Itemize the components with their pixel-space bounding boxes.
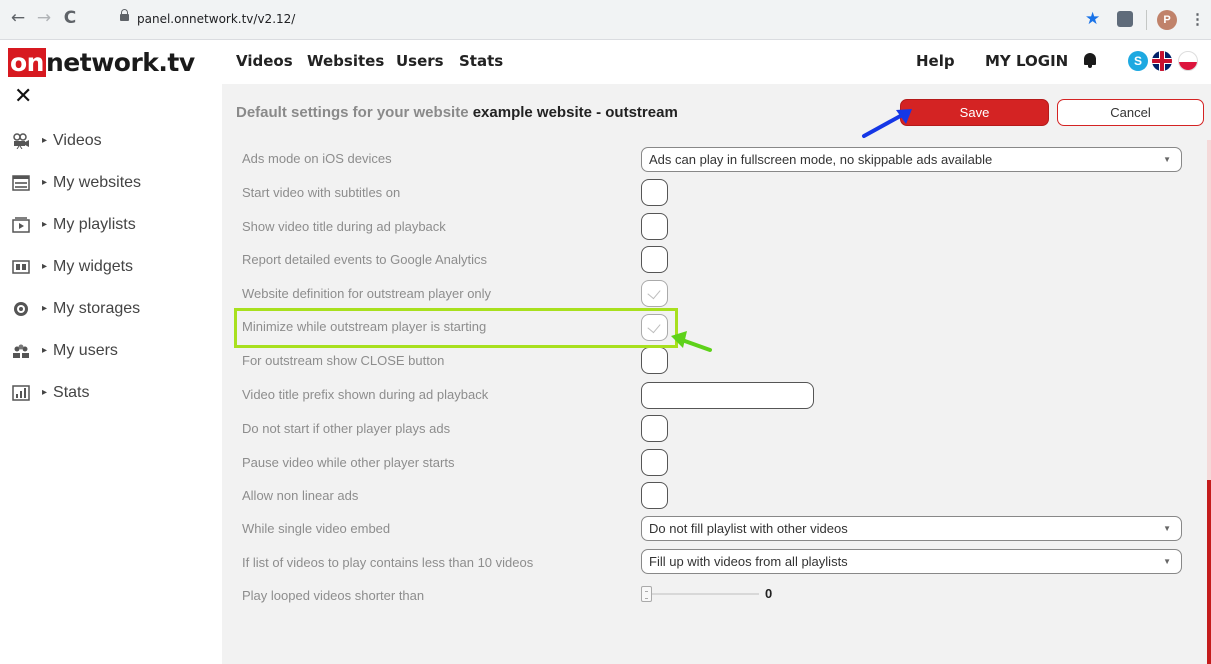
chevron-down-icon: ▼: [1163, 557, 1171, 566]
title-prefix-input[interactable]: [641, 382, 814, 409]
outstream-only-label: Website definition for outstream player …: [242, 286, 492, 301]
single-embed-value: Do not fill playlist with other videos: [649, 521, 848, 536]
sidebar-item-my-websites[interactable]: ▸ My websites: [12, 172, 212, 196]
close-button-label: For outstream show CLOSE button: [242, 353, 445, 368]
nav-stats[interactable]: Stats: [459, 52, 503, 70]
highlight-annotation-box: [234, 308, 678, 348]
sidebar-item-label: ▸ My websites: [42, 174, 142, 191]
no-start-other-ads-label: Do not start if other player plays ads: [242, 421, 451, 436]
users-icon: [13, 344, 29, 358]
sidebar-item-stats[interactable]: ▸ Stats: [12, 382, 212, 406]
no-start-other-ads-checkbox[interactable]: [641, 415, 668, 442]
ads-mode-ios-value: Ads can play in fullscreen mode, no skip…: [649, 152, 993, 167]
single-embed-select[interactable]: Do not fill playlist with other videos ▼: [641, 516, 1182, 541]
scrollbar-track-highlight: [1207, 140, 1211, 480]
non-linear-ads-label: Allow non linear ads: [242, 488, 359, 503]
sidebar-item-videos[interactable]: ▸ Videos: [12, 130, 212, 154]
sidebar-item-my-widgets[interactable]: ▸ My widgets: [12, 256, 212, 280]
sidebar-item-label: ▸ My playlists: [42, 216, 136, 233]
sidebar-item-label: ▸ Stats: [42, 384, 90, 401]
outstream-only-checkbox[interactable]: [641, 280, 668, 307]
toolbar-divider: [1146, 10, 1147, 30]
logo-wordmark: network.tv: [45, 48, 195, 77]
cancel-button[interactable]: Cancel: [1057, 99, 1204, 126]
non-linear-ads-checkbox[interactable]: [641, 482, 668, 509]
onnetwork-logo[interactable]: onnetwork.tv: [8, 48, 195, 77]
browser-menu-icon[interactable]: ⋮: [1190, 10, 1205, 28]
storage-icon: [14, 302, 28, 316]
sidebar-item-label: ▸ My users: [42, 342, 118, 359]
profile-avatar[interactable]: P: [1157, 10, 1177, 30]
checkmark-icon: [647, 285, 661, 300]
show-title-ad-label: Show video title during ad playback: [242, 219, 446, 234]
subtitles-on-checkbox[interactable]: [641, 179, 668, 206]
ads-mode-ios-label: Ads mode on iOS devices: [242, 151, 392, 166]
play-looped-slider-handle[interactable]: [641, 586, 652, 602]
subtitles-on-label: Start video with subtitles on: [242, 185, 401, 200]
play-looped-slider-track[interactable]: [644, 593, 759, 595]
website-name: example website - outstream: [472, 104, 678, 121]
logo-on-mark: on: [8, 48, 46, 77]
sidebar-item-my-playlists[interactable]: ▸ My playlists: [12, 214, 212, 238]
nav-my-login[interactable]: MY LOGIN: [985, 52, 1068, 70]
close-button-checkbox[interactable]: [641, 347, 668, 374]
video-camera-icon: [13, 133, 29, 149]
reload-icon[interactable]: C: [60, 8, 80, 28]
pause-other-starts-checkbox[interactable]: [641, 449, 668, 476]
save-button[interactable]: Save: [900, 99, 1049, 126]
playlist-icon: [12, 217, 30, 233]
sidebar-item-my-users[interactable]: ▸ My users: [12, 340, 212, 364]
less-than-10-select[interactable]: Fill up with videos from all playlists ▼: [641, 549, 1182, 574]
scrollbar-thumb[interactable]: [1207, 480, 1211, 664]
nav-users[interactable]: Users: [396, 52, 444, 70]
sidebar-item-my-storages[interactable]: ▸ My storages: [12, 298, 212, 322]
forward-arrow-icon[interactable]: →: [34, 8, 54, 28]
widget-icon: [12, 260, 30, 274]
stats-icon: [12, 385, 30, 401]
website-icon: [12, 175, 30, 191]
close-sidebar-icon[interactable]: ✕: [14, 86, 32, 108]
play-looped-value: 0: [765, 586, 773, 601]
poland-flag-icon[interactable]: [1178, 51, 1198, 71]
less-than-10-label: If list of videos to play contains less …: [242, 555, 534, 570]
url-text[interactable]: panel.onnetwork.tv/v2.12/: [137, 12, 295, 26]
back-arrow-icon[interactable]: ←: [8, 8, 28, 28]
report-events-checkbox[interactable]: [641, 246, 668, 273]
ads-mode-ios-select[interactable]: Ads can play in fullscreen mode, no skip…: [641, 147, 1182, 172]
page-title: Default settings for your website exampl…: [236, 104, 678, 121]
show-title-ad-checkbox[interactable]: [641, 213, 668, 240]
bell-icon[interactable]: [1084, 53, 1096, 68]
sidebar-item-label: ▸ Videos: [42, 132, 102, 149]
sidebar-item-label: ▸ My storages: [42, 300, 141, 317]
uk-flag-icon[interactable]: [1152, 51, 1172, 71]
chevron-down-icon: ▼: [1163, 524, 1171, 533]
less-than-10-value: Fill up with videos from all playlists: [649, 554, 848, 569]
nav-videos[interactable]: Videos: [236, 52, 293, 70]
nav-help[interactable]: Help: [916, 52, 955, 70]
title-prefix-label: Video title prefix shown during ad playb…: [242, 387, 489, 402]
lock-icon[interactable]: [120, 9, 129, 21]
report-events-label: Report detailed events to Google Analyti…: [242, 252, 487, 267]
extension-icon[interactable]: [1117, 11, 1133, 27]
sidebar-item-label: ▸ My widgets: [42, 258, 134, 275]
bookmark-star-icon[interactable]: ★: [1085, 9, 1100, 29]
skype-icon[interactable]: S: [1128, 51, 1148, 71]
nav-websites[interactable]: Websites: [307, 52, 384, 70]
chevron-down-icon: ▼: [1163, 155, 1171, 164]
single-embed-label: While single video embed: [242, 521, 391, 536]
page-title-prefix: Default settings for your website: [236, 104, 473, 121]
pause-other-starts-label: Pause video while other player starts: [242, 455, 455, 470]
play-looped-label: Play looped videos shorter than: [242, 588, 425, 603]
